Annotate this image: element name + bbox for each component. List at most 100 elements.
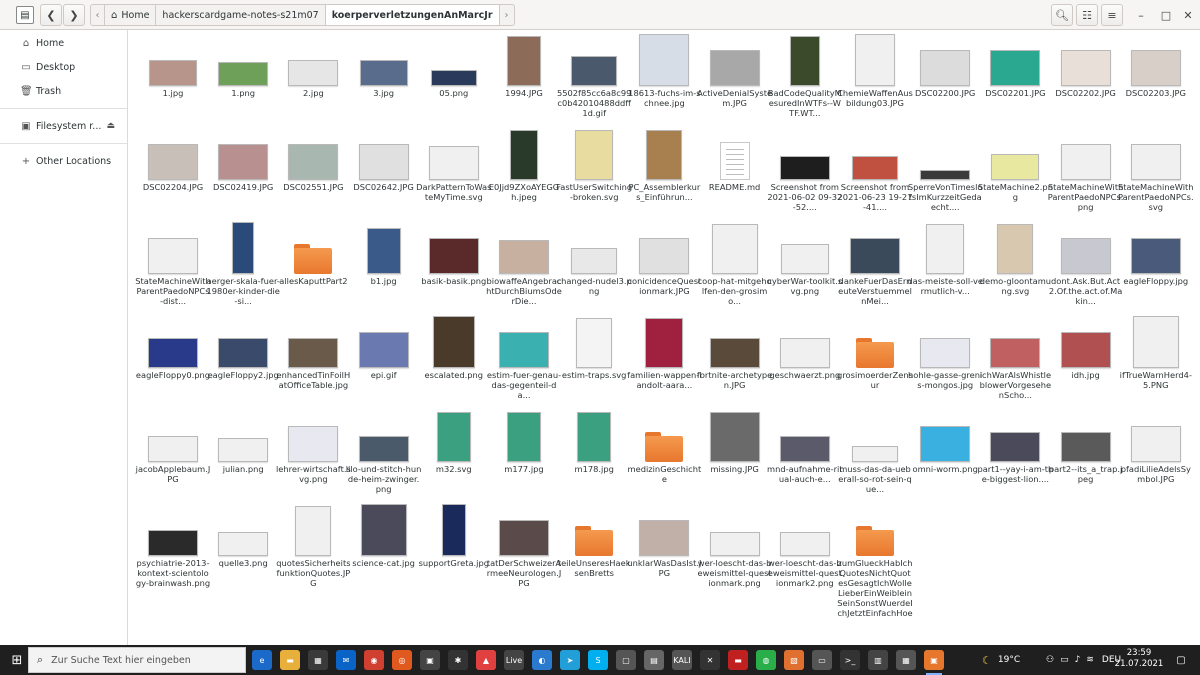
app-icon-red[interactable]: ▬ <box>728 650 748 670</box>
chrome-icon[interactable]: ◉ <box>364 650 384 670</box>
weather-widget[interactable]: ☾ 19°C <box>982 645 1020 675</box>
file-item[interactable]: lehrer-wirtschaft.svg.png <box>276 410 351 502</box>
eject-icon[interactable]: ⏏ <box>106 121 115 131</box>
folder-item[interactable]: allesKaputtPart2 <box>277 222 349 314</box>
file-item[interactable]: unklarWasDasIst.JPG <box>627 504 701 596</box>
app-icon-window[interactable]: ▭ <box>812 650 832 670</box>
file-item[interactable]: changed-nudel3.png <box>557 222 632 314</box>
file-item[interactable]: estim-fuer-genau-das-gegenteil-da... <box>487 316 561 408</box>
menu-button[interactable]: ≡ <box>1101 4 1123 26</box>
file-item[interactable]: wer-loescht-das-beweismittel-questionmar… <box>698 504 772 596</box>
file-item[interactable]: das-meiste-soll-vermutlich-v... <box>907 222 983 314</box>
file-item[interactable]: StateMachineWithParentPaedoNPCs.svg <box>1118 128 1194 220</box>
notification-center-button[interactable]: ▢ <box>1172 651 1190 669</box>
app-icon-dark[interactable]: ▦ <box>896 650 916 670</box>
sidebar-item-home[interactable]: ⌂ Home <box>0 31 127 55</box>
breadcrumb-scroll-right[interactable]: › <box>500 5 514 25</box>
files-taskbar-icon[interactable]: ▣ <box>924 650 944 675</box>
file-item[interactable]: part2--its_a_trap.jpeg <box>1049 410 1122 502</box>
file-item[interactable]: DSC02204.JPG <box>137 128 209 220</box>
file-item[interactable]: science-cat.jpg <box>348 504 420 596</box>
file-item[interactable]: lilo-und-stitch-hunde-heim-zwinger.png <box>346 410 421 502</box>
file-item[interactable]: missing.JPG <box>699 410 771 502</box>
file-item[interactable]: hohle-gasse-grenis-mongos.jpg <box>908 316 982 408</box>
ubuntu-icon[interactable]: ◎ <box>392 650 412 670</box>
file-item[interactable]: DSC02642.JPG <box>348 128 420 220</box>
back-button[interactable]: ❮ <box>40 4 62 26</box>
live-icon[interactable]: Live <box>504 650 524 670</box>
file-item[interactable]: E0Jjd9ZXoAYEGGh.jpeg <box>488 128 560 220</box>
file-item[interactable]: 3.jpg <box>348 34 420 126</box>
file-item[interactable]: epi.gif <box>348 316 420 408</box>
windows-start-button[interactable]: ⊞ <box>8 651 26 669</box>
app-icon-slate[interactable]: ▥ <box>868 650 888 670</box>
file-item[interactable]: FastUserSwitching-broken.svg <box>556 128 632 220</box>
file-item[interactable]: DarkPatternToWasteMyTime.svg <box>416 128 491 220</box>
file-item[interactable]: quotesSicherheitsfunktionQuotes.JPG <box>276 504 351 596</box>
file-item[interactable]: b1.jpg <box>348 222 420 314</box>
file-item[interactable]: coop-hat-mitgeholfen-den-grosimo... <box>698 222 772 314</box>
app-icon-doc[interactable]: ▤ <box>644 650 664 670</box>
telegram-icon[interactable]: ➤ <box>560 650 580 670</box>
view-options-button[interactable]: ☷ <box>1076 4 1098 26</box>
file-item[interactable]: tatDerSchweizerArmeeNeurologen.JPG <box>487 504 561 596</box>
folder-item[interactable]: zumGlueckHabIchQuotesNichtQuotesGesagtIc… <box>837 504 913 618</box>
game-icon[interactable]: ✱ <box>448 650 468 670</box>
sidebar-item-filesystem[interactable]: ▣ Filesystem r... ⏏ <box>0 114 127 138</box>
skype-icon[interactable]: S <box>588 650 608 670</box>
file-item[interactable]: pfadiLilieAdelsSymbol.JPG <box>1120 410 1192 502</box>
file-item[interactable]: 5502f85cc6a8c99c0b42010488ddff1d.gif <box>557 34 631 126</box>
app-icon-blue[interactable]: ◐ <box>532 650 552 670</box>
file-item[interactable]: ifTrueWarnHerd4-5.PNG <box>1120 316 1192 408</box>
folder-item[interactable]: medizinGeschichte <box>628 410 701 502</box>
file-item[interactable]: wer-loescht-das-beweismittel-questionmar… <box>768 504 842 596</box>
file-item[interactable]: DSC02419.JPG <box>207 128 279 220</box>
folder-item[interactable]: grosimoerderZensur <box>837 316 913 408</box>
file-item[interactable]: mnd-aufnahme-ritual-auch-e... <box>767 410 843 502</box>
file-item[interactable]: 18613-fuchs-im-schnee.jpg <box>628 34 701 126</box>
file-item[interactable]: BadCodeQualityMesuredInWTFs--WTF.WT... <box>768 34 842 126</box>
system-tray[interactable]: ⚇ ▭ ♪ ≋ DEU <box>1046 645 1121 675</box>
file-item[interactable]: ichWarAlsWhistleblowerVorgesehenScho... <box>979 316 1051 408</box>
file-item[interactable]: eagleFloppy0.png <box>136 316 210 408</box>
sidebar-item-other-locations[interactable]: + Other Locations <box>0 149 127 173</box>
maximize-button[interactable]: □ <box>1156 5 1176 25</box>
file-item[interactable]: StateMachineWithParentPaedoNPCs-dist... <box>135 222 211 314</box>
file-item[interactable]: conicidenceQuestionmark.JPG <box>627 222 701 314</box>
file-item[interactable]: ActiveDenialSystem.JPG <box>697 34 772 126</box>
kali-icon[interactable]: KALI <box>672 650 692 670</box>
file-item[interactable]: psychiatrie-2013-kontext-scientology-bra… <box>136 504 210 596</box>
file-item[interactable]: DSC02551.JPG <box>277 128 349 220</box>
file-item[interactable]: DSC02200.JPG <box>909 34 981 126</box>
file-item[interactable]: Screenshot from 2021-06-02 09-32-52.... <box>767 128 842 220</box>
file-item[interactable]: cyberWar-toolkit.svg.png <box>767 222 842 314</box>
clock[interactable]: 23:59 21.07.2021 <box>1114 648 1164 670</box>
file-item[interactable]: DSC02201.JPG <box>979 34 1051 126</box>
app-icon-orange[interactable]: ▧ <box>784 650 804 670</box>
breadcrumb-home[interactable]: ⌂ Home <box>105 5 157 25</box>
file-item[interactable]: dont.Ask.But.Act2.Of.the.act.of.Makin... <box>1049 222 1122 314</box>
file-item[interactable]: escalated.png <box>418 316 490 408</box>
file-item[interactable]: quelle3.png <box>207 504 279 596</box>
file-item[interactable]: dankeFuerDasErneuteVerstuemmelnMei... <box>838 222 912 314</box>
app-icon-grey[interactable]: ▢ <box>616 650 636 670</box>
file-item[interactable]: StateMachineWithParentPaedoNPCs.png <box>1048 128 1123 220</box>
file-item[interactable]: eagleFloppy.jpg <box>1120 222 1192 314</box>
file-item[interactable]: biowaffeAngebrachtDurchBiumsOderDie... <box>486 222 562 314</box>
search-button[interactable]: 🔍︎ <box>1051 4 1073 26</box>
file-item[interactable]: jacobApplebaum.JPG <box>136 410 210 502</box>
file-item[interactable]: 1.jpg <box>137 34 209 126</box>
file-item[interactable]: enhancedTinFoilHatOfficeTable.jpg <box>277 316 350 408</box>
file-item[interactable]: 1994.JPG <box>488 34 560 126</box>
file-item[interactable]: idh.jpg <box>1050 316 1122 408</box>
file-item[interactable]: eagleFloppy2.jpg <box>207 316 279 408</box>
cmd-icon[interactable]: >_ <box>840 650 860 670</box>
file-item[interactable]: README.md <box>699 128 771 220</box>
vlc-icon[interactable]: ▲ <box>476 650 496 670</box>
sidebar-item-desktop[interactable]: ▭ Desktop <box>0 55 127 79</box>
file-item[interactable]: part1--yay-i-am-the-biggest-lion.... <box>977 410 1053 502</box>
file-item[interactable]: SperreVonTimeslotsImKurzzeitGedaecht.... <box>908 128 983 220</box>
breadcrumb-current[interactable]: koerperverletzungenAnMarcJr <box>325 5 500 25</box>
file-item[interactable]: 05.png <box>418 34 490 126</box>
store-icon[interactable]: ▦ <box>308 650 328 670</box>
